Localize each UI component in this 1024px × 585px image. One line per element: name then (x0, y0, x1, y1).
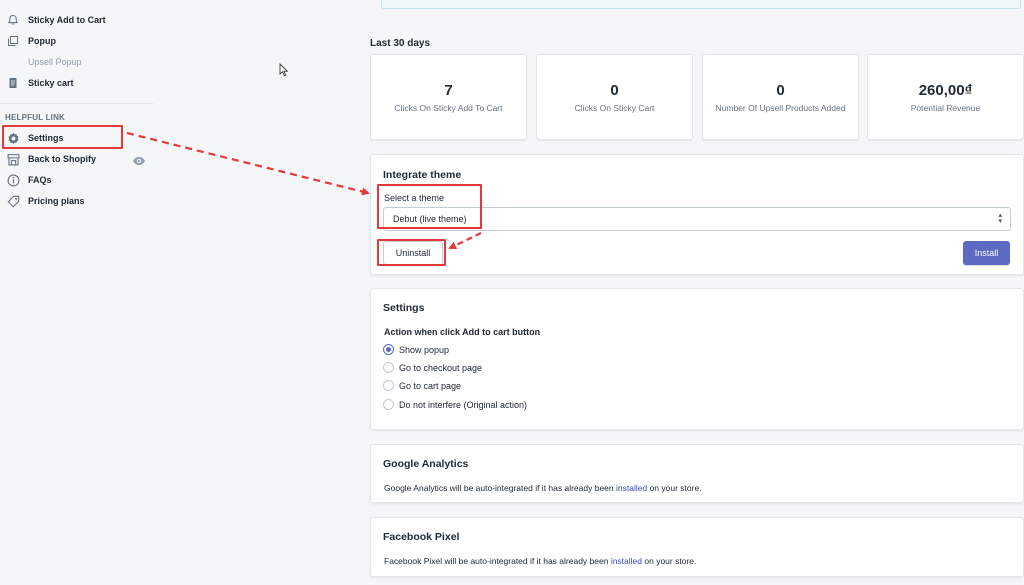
radio-checked-icon[interactable] (383, 344, 394, 355)
period-label: Last 30 days (370, 38, 431, 49)
stat-value: 7 (444, 82, 453, 99)
facebook-pixel-title: Facebook Pixel (383, 531, 460, 543)
installed-link[interactable]: installed (616, 483, 647, 493)
sidebar-item-sticky-add-to-cart[interactable]: Sticky Add to Cart (0, 10, 150, 30)
radio-label: Do not interfere (Original action) (399, 399, 528, 410)
sidebar-item-label: Sticky Add to Cart (28, 15, 106, 25)
sidebar-divider (0, 103, 153, 104)
settings-title: Settings (383, 302, 425, 314)
annotation-box-uninstall (377, 239, 446, 266)
sidebar-item-label: Popup (28, 36, 56, 46)
sidebar-item-label: Pricing plans (28, 196, 85, 206)
google-analytics-description: Google Analytics will be auto-integrated… (384, 483, 702, 493)
radio-icon[interactable] (383, 399, 394, 410)
stat-label: Clicks On Sticky Add To Cart (394, 103, 503, 113)
install-button[interactable]: Install (963, 241, 1010, 265)
annotation-box-settings (2, 125, 123, 149)
stat-value: 260,00₫ (918, 82, 973, 99)
stat-card-potential-revenue: 260,00₫ Potential Revenue (867, 54, 1024, 140)
facebook-pixel-card: Facebook Pixel Facebook Pixel will be au… (370, 517, 1024, 577)
eye-icon[interactable] (132, 153, 146, 171)
settings-card: Settings Action when click Add to cart b… (370, 288, 1024, 430)
mouse-cursor-icon (279, 62, 289, 82)
radio-label: Go to checkout page (399, 362, 483, 373)
sidebar-item-label: Back to Shopify (28, 154, 97, 164)
sidebar: Sticky Add to Cart Popup Upsell Popup St… (0, 0, 155, 585)
sidebar-item-sticky-cart[interactable]: Sticky cart (0, 73, 150, 93)
document-icon (0, 77, 24, 89)
sidebar-item-label: Upsell Popup (28, 57, 82, 67)
radio-option-do-not-interfere[interactable]: Do not interfere (Original action) (383, 399, 527, 410)
google-analytics-card: Google Analytics Google Analytics will b… (370, 444, 1024, 503)
sidebar-item-upsell-popup[interactable]: Upsell Popup (0, 52, 150, 72)
top-banner (381, 0, 1021, 9)
sidebar-item-label: FAQs (28, 175, 52, 185)
integrate-theme-title: Integrate theme (383, 169, 462, 181)
stat-value: 0 (776, 82, 785, 99)
stat-card-sticky-add-to-cart-clicks: 7 Clicks On Sticky Add To Cart (370, 54, 527, 140)
select-arrows-icon: ▴ ▾ (998, 212, 1002, 225)
radio-option-checkout-page[interactable]: Go to checkout page (383, 362, 482, 373)
stat-label: Clicks On Sticky Cart (574, 103, 655, 113)
installed-link[interactable]: installed (611, 556, 642, 566)
radio-option-cart-page[interactable]: Go to cart page (383, 380, 461, 391)
bell-icon (0, 14, 24, 26)
sidebar-item-popup[interactable]: Popup (0, 31, 150, 51)
sidebar-item-back-to-shopify[interactable]: Back to Shopify (0, 149, 150, 169)
description-text: Facebook Pixel will be auto-integrated i… (384, 556, 609, 566)
description-text: Google Analytics will be auto-integrated… (384, 483, 614, 493)
sidebar-item-label: Sticky cart (28, 78, 74, 88)
stat-value: 0 (610, 82, 619, 99)
radio-label: Show popup (399, 344, 450, 355)
stat-label: Number Of Upsell Products Added (715, 103, 846, 113)
stat-label: Potential Revenue (910, 103, 981, 113)
description-text: on your store. (644, 556, 697, 566)
radio-option-show-popup[interactable]: Show popup (383, 344, 449, 355)
stat-card-sticky-cart-clicks: 0 Clicks On Sticky Cart (536, 54, 693, 140)
helpful-link-heading: HELPFUL LINK (5, 113, 66, 122)
stat-card-upsell-products-added: 0 Number Of Upsell Products Added (702, 54, 859, 140)
google-analytics-title: Google Analytics (383, 458, 469, 470)
radio-icon[interactable] (383, 362, 394, 373)
radio-label: Go to cart page (399, 380, 462, 391)
annotation-box-theme-select (377, 184, 482, 229)
facebook-pixel-description: Facebook Pixel will be auto-integrated i… (384, 556, 696, 566)
store-icon (0, 153, 24, 166)
add-to-cart-action-heading: Action when click Add to cart button (384, 327, 541, 337)
annotation-arrow-settings (126, 131, 370, 196)
sidebar-item-pricing-plans[interactable]: Pricing plans (0, 191, 150, 211)
radio-icon[interactable] (383, 380, 394, 391)
sidebar-item-faqs[interactable]: FAQs (0, 170, 150, 190)
tag-icon (0, 195, 24, 208)
description-text: on your store. (649, 483, 702, 493)
info-icon (0, 174, 24, 187)
copy-icon (0, 35, 24, 47)
